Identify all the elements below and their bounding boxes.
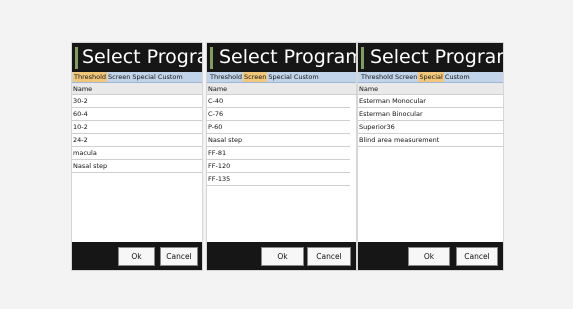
list-item[interactable]: 30-2 [72,95,202,108]
list-item[interactable]: FF-120 [207,160,350,173]
list-item[interactable]: Esterman Binocular [358,108,503,121]
panel-title: Select Program [370,46,504,68]
panel-footer: Ok Cancel [207,242,356,270]
tab-screen[interactable]: Screen [394,72,418,82]
program-panel-threshold: Select Program ThresholdScreenSpecialCus… [71,42,203,271]
list-item[interactable]: C-76 [207,108,350,121]
cancel-button[interactable]: Cancel [456,247,498,266]
tab-bar: Threshold Screen Special Custom [358,72,503,83]
list-column-header: Name [72,83,202,95]
tab-screen[interactable]: Screen [107,72,131,82]
list-item[interactable]: Nasal step [72,160,202,173]
list-item[interactable]: 10-2 [72,121,202,134]
tab-threshold[interactable]: Threshold [360,72,394,82]
list-item[interactable]: macula [72,147,202,160]
list-column-header: Name [358,83,503,95]
tab-custom[interactable]: Custom [293,72,320,82]
list-item[interactable]: 24-2 [72,134,202,147]
list-item[interactable]: Nasal step [207,134,350,147]
program-panel-special: Select Program Threshold Screen Special Cus… [357,42,504,271]
tab-screen[interactable]: Screen [243,72,268,82]
list-item[interactable]: FF-135 [207,173,350,186]
panel-footer: Ok Cancel [72,242,202,270]
cancel-button[interactable]: Cancel [307,247,351,266]
tab-threshold[interactable]: Threshold [209,72,243,82]
program-list: Esterman Monocular Esterman Binocular Su… [358,95,503,147]
ok-button[interactable]: Ok [261,247,304,266]
list-item[interactable]: Esterman Monocular [358,95,503,108]
panel-footer: Ok Cancel [358,242,503,270]
ok-button[interactable]: Ok [118,247,155,266]
program-panel-screen: Select Program Threshold Screen Special Cus… [206,42,357,271]
tab-custom[interactable]: Custom [157,72,184,82]
panel-title: Select Program [82,46,202,68]
tab-special[interactable]: Special [131,72,156,82]
ok-button[interactable]: Ok [408,247,450,266]
tab-custom[interactable]: Custom [444,72,471,82]
tab-bar: Threshold Screen Special Custom [207,72,356,83]
list-item[interactable]: P-60 [207,121,350,134]
list-item[interactable]: 60-4 [72,108,202,121]
panel-title: Select Program [219,46,357,68]
program-list: C-40 C-76 P-60 Nasal step FF-81 FF-120 F… [207,95,350,186]
list-item[interactable]: Blind area measurement [358,134,503,147]
title-accent-bar [210,47,213,69]
panel-header: Select Program [72,43,202,72]
list-item[interactable]: C-40 [207,95,350,108]
program-list: 30-2 60-4 10-2 24-2 macula Nasal step [72,95,202,173]
list-column-header: Name [207,83,356,95]
tab-threshold[interactable]: Threshold [73,72,108,82]
list-item[interactable]: FF-81 [207,147,350,160]
tab-special[interactable]: Special [267,72,292,82]
panel-header: Select Program [207,43,356,72]
panel-header: Select Program [358,43,503,72]
title-accent-bar [361,47,364,69]
cancel-button[interactable]: Cancel [160,247,198,266]
tab-special[interactable]: Special [418,72,444,82]
tab-bar: Threshold Screen Special Custom [72,72,202,83]
list-item[interactable]: Superior36 [358,121,503,134]
title-accent-bar [75,47,78,69]
